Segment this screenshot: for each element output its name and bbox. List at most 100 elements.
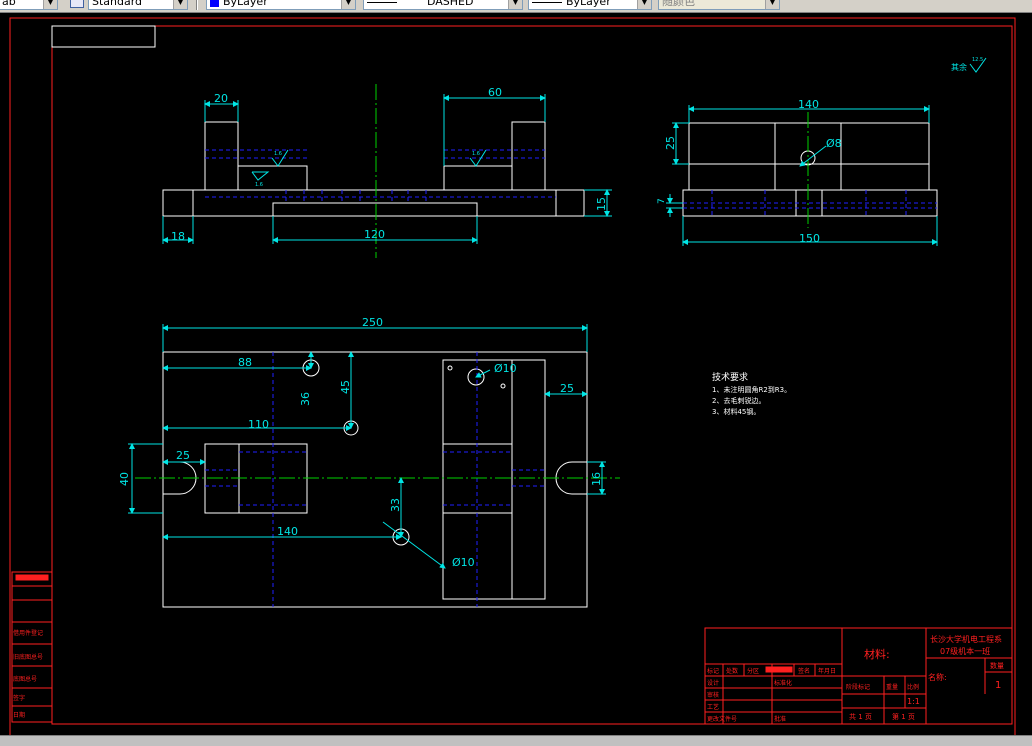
dim-250: 250 — [362, 316, 383, 329]
title-weight-label: 重量 — [886, 683, 898, 691]
tech-item-3: 3、材料45钢。 — [712, 407, 760, 416]
chevron-down-icon[interactable]: ▼ — [341, 0, 355, 9]
title-class: 07级机本一班 — [940, 646, 990, 656]
dim-120: 120 — [364, 228, 385, 241]
step-left — [237, 122, 308, 190]
title-stage-label: 阶段标记 — [846, 683, 870, 691]
title-header-3: 分区 — [747, 667, 759, 675]
dim-140-side: 140 — [798, 98, 819, 111]
bottom-rib — [272, 202, 478, 216]
title-header-4: 更改文件号 — [707, 715, 737, 723]
tech-item-1: 1、未注明圆角R2到R3。 — [712, 385, 791, 394]
title-row-3: 工艺 — [707, 703, 719, 711]
drawing-canvas[interactable]: 20 60 18 120 15 1.6 1.6 1.6 140 25 Ø8 7 … — [0, 12, 1032, 735]
title-header-2: 处数 — [726, 667, 738, 675]
lineweight-sample — [532, 1, 562, 3]
front-view — [162, 121, 585, 217]
left-label-3: 底图总号 — [13, 675, 37, 683]
left-label-1: 借用件登记 — [13, 629, 43, 637]
chevron-down-icon[interactable]: ▼ — [637, 0, 651, 9]
linetype-value: DASHED — [427, 0, 474, 8]
tech-title: 技术要求 — [712, 371, 748, 383]
dim-16: 16 — [590, 472, 603, 486]
tech-item-2: 2、去毛刺锐边。 — [712, 396, 765, 405]
title-name-label: 名称: — [928, 672, 947, 682]
top-plate — [162, 351, 588, 608]
inner-sheet-border — [51, 25, 1013, 725]
dim-25-side: 25 — [664, 136, 677, 150]
top-dimensions — [128, 324, 606, 569]
title-sheet-no: 第 1 页 — [892, 712, 915, 721]
boss-right — [511, 121, 546, 191]
plotstyle-value: 随颜色 — [662, 0, 695, 8]
title-row-5: 批准 — [774, 715, 786, 723]
dim-150: 150 — [799, 232, 820, 245]
chevron-down-icon[interactable]: ▼ — [508, 0, 522, 9]
dim-88: 88 — [238, 356, 252, 369]
roughness-a: 1.6 — [274, 151, 282, 157]
dim-36: 36 — [299, 392, 312, 406]
plotstyle-combo[interactable]: 随颜色 ▼ — [658, 0, 780, 10]
color-combo[interactable]: ByLayer ▼ — [206, 0, 356, 10]
text-style-icon[interactable] — [70, 0, 84, 8]
dim-7: 7 — [657, 198, 667, 204]
dim-110: 110 — [248, 418, 269, 431]
pin-hole-b — [500, 383, 506, 389]
side-top-block — [688, 122, 930, 191]
linetype-sample — [367, 1, 397, 3]
dim-33: 33 — [389, 498, 402, 512]
linetype-combo[interactable]: DASHED ▼ — [363, 0, 523, 10]
dim-40: 40 — [118, 472, 131, 486]
pin-hole-a — [447, 365, 453, 371]
corner-code-box — [51, 25, 156, 48]
top-view — [162, 351, 588, 608]
top-hidden-lines — [205, 352, 545, 607]
left-label-4: 签字 — [13, 694, 25, 702]
dim-25-left: 25 — [176, 449, 190, 462]
side-view — [682, 122, 938, 217]
chevron-down-icon[interactable]: ▼ — [43, 0, 57, 9]
left-label-5: 日期 — [13, 711, 25, 719]
title-school: 长沙大学机电工程系 — [930, 634, 1002, 644]
title-header-5: 签名 — [798, 667, 810, 675]
status-bar — [0, 735, 1032, 746]
title-count-label: 数量 — [990, 661, 1004, 670]
title-scale: 1:1 — [907, 697, 920, 706]
front-hidden-lines — [205, 149, 556, 203]
title-material: 材料: — [864, 647, 890, 661]
dim-25-right: 25 — [560, 382, 574, 395]
title-row-1: 设计 — [707, 679, 719, 687]
chevron-down-icon[interactable]: ▼ — [765, 0, 779, 9]
title-row-2: 审核 — [707, 691, 719, 699]
roughness-symbols — [251, 149, 487, 181]
chevron-down-icon[interactable]: ▼ — [173, 0, 187, 9]
title-count-value: 1 — [995, 680, 1001, 691]
title-total-sheets: 共 1 页 — [849, 712, 872, 721]
title-header-6: 年月日 — [818, 667, 836, 675]
dim-15: 15 — [595, 197, 608, 211]
tech-requirements: 技术要求 1、未注明圆角R2到R3。 2、去毛刺锐边。 3、材料45钢。 — [712, 371, 791, 416]
style-combo-value: ab — [2, 0, 16, 8]
color-value: ByLayer — [223, 0, 268, 8]
title-ratio-label: 比例 — [907, 683, 919, 691]
title-row-4: 标准化 — [774, 679, 792, 687]
dim-140-top: 140 — [277, 525, 298, 538]
dim-phi10-top: Ø10 — [494, 362, 517, 375]
side-hidden-lines — [683, 190, 937, 216]
title-header-1: 标记 — [707, 667, 719, 675]
dim-60: 60 — [488, 86, 502, 99]
lineweight-combo[interactable]: ByLayer ▼ — [528, 0, 652, 10]
dim-18: 18 — [171, 230, 185, 243]
toolbar-separator — [196, 0, 198, 10]
side-dimensions — [666, 105, 938, 246]
lineweight-value: ByLayer — [566, 0, 611, 8]
roughness-other-label: 其余 — [951, 62, 967, 72]
dim-20: 20 — [214, 92, 228, 105]
text-style-combo[interactable]: Standard ▼ — [88, 0, 188, 10]
boss-left — [204, 121, 239, 191]
roughness-b: 1.6 — [472, 151, 480, 157]
text-style-value: Standard — [92, 0, 143, 8]
dim-phi8: Ø8 — [826, 137, 842, 150]
roughness-c: 1.6 — [255, 182, 263, 188]
style-combo[interactable]: ab ▼ — [0, 0, 58, 10]
